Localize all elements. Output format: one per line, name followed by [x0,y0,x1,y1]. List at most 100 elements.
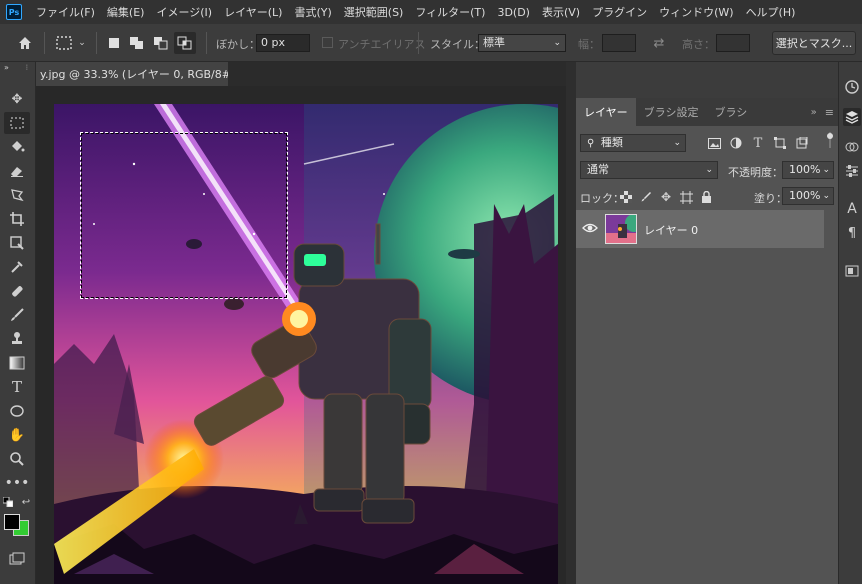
menu-filter[interactable]: フィルター(T) [409,4,491,20]
history-icon[interactable] [843,78,861,96]
chevron-down-icon[interactable]: ⌄ [76,33,88,53]
filter-smart-object-icon[interactable] [794,135,810,151]
adjustments-icon[interactable] [843,162,861,180]
feather-input[interactable]: 0 px [256,34,310,52]
chevron-down-icon: ⌄ [822,191,830,201]
zoom-tool-icon[interactable] [4,448,30,470]
filter-shape-layer-icon[interactable] [772,135,788,151]
tab-brush-settings[interactable]: ブラシ設定 [636,98,707,126]
menu-view[interactable]: 表示(V) [536,4,586,20]
layer-thumbnail [605,214,637,244]
layers-panel-icon[interactable] [843,108,861,126]
channels-icon[interactable] [843,138,861,156]
move-tool-icon[interactable]: ✥ [4,88,30,110]
lock-all-icon[interactable] [698,189,714,205]
layer-filter-value: 種類 [600,136,623,149]
paint-bucket-tool-icon[interactable] [4,136,30,158]
layer-filter-select[interactable]: ⚲ 種類 ⌄ [580,134,686,152]
healing-brush-tool-icon[interactable] [4,280,30,302]
menu-select[interactable]: 選択範囲(S) [338,4,410,20]
type-tool-icon[interactable]: T [4,376,30,398]
filter-type-layer-icon[interactable]: T [750,135,766,151]
filter-adjustment-layer-icon[interactable] [728,135,744,151]
rect-marquee-tool-icon[interactable] [4,112,30,134]
intersect-selection-icon[interactable] [174,32,196,54]
filter-pixel-layer-icon[interactable] [706,135,722,151]
properties-icon[interactable] [843,262,861,280]
clone-stamp-tool-icon[interactable] [4,328,30,350]
hand-tool-icon[interactable]: ✋ [4,424,30,446]
canvas-area[interactable] [36,86,566,584]
eyedropper-tool-icon[interactable] [4,256,30,278]
paragraph-icon[interactable]: ¶ [843,224,861,242]
tab-brushes[interactable]: ブラシ [706,98,755,126]
lock-image-pixels-icon[interactable] [638,189,654,205]
screen-mode-icon[interactable] [4,548,30,570]
rect-marquee-preset-icon[interactable] [54,33,74,53]
menu-edit[interactable]: 編集(E) [101,4,151,20]
frame-tool-icon[interactable] [4,232,30,254]
ellipse-tool-icon[interactable] [4,400,30,422]
more-tools-icon[interactable]: ••• [4,472,30,494]
photoshop-logo-icon: Ps [6,4,22,20]
document-tab[interactable]: y.jpg @ 33.3% (レイヤー 0, RGB/8#) * × [36,62,228,86]
lock-transparent-pixels-icon[interactable] [618,189,634,205]
antialias-label: アンチエイリアス [338,38,426,51]
character-icon[interactable]: A [843,200,861,218]
width-input[interactable] [602,34,636,52]
filter-toggle-icon[interactable] [824,132,836,148]
panel-tabs: レイヤー ブラシ設定 ブラシ » ≡ [576,98,838,126]
default-colors-icon[interactable] [2,496,14,508]
menu-help[interactable]: ヘルプ(H) [740,4,802,20]
add-to-selection-icon[interactable] [128,34,146,52]
eye-icon[interactable] [582,222,598,236]
chevron-down-icon: ⌄ [705,165,713,175]
tools-panel: » ⋮ ✥ T ✋ ••• ↩ [0,62,36,584]
panel-collapse-icon[interactable]: » [807,98,821,126]
lock-artboard-icon[interactable] [678,189,694,205]
antialias-checkbox[interactable] [322,37,333,48]
panel-menu-icon[interactable]: ≡ [821,98,838,126]
opacity-label: 不透明度： [728,166,783,179]
gradient-tool-icon[interactable] [4,352,30,374]
panel-gap [566,62,576,584]
blend-mode-select[interactable]: 通常 ⌄ [580,161,718,179]
selection-marquee[interactable] [80,132,288,299]
options-bar: ⌄ ぼかし： 0 px アンチエイリアス スタイル： 標準 ⌄ 幅： ⇄ 高さ：… [0,24,862,62]
menu-type[interactable]: 書式(Y) [288,4,337,20]
style-select[interactable]: 標準 ⌄ [478,34,566,52]
home-icon[interactable] [14,33,36,53]
fill-input[interactable]: 100% ⌄ [782,187,834,205]
foreground-color-swatch[interactable] [4,514,20,530]
menu-window[interactable]: ウィンドウ(W) [653,4,739,20]
chevron-down-icon: ⌄ [822,165,830,175]
menu-image[interactable]: イメージ(I) [150,4,218,20]
right-dock-strip: A ¶ [838,62,862,584]
collapse-toolbar-icon[interactable]: » ⋮ [4,62,30,72]
menu-file[interactable]: ファイル(F) [30,4,101,20]
tab-layers[interactable]: レイヤー [576,98,636,126]
crop-tool-icon[interactable] [4,208,30,230]
panel-dock-top [576,62,838,98]
subtract-from-selection-icon[interactable] [152,34,170,52]
select-and-mask-button[interactable]: 選択とマスク... [772,31,856,55]
search-icon: ⚲ [587,138,595,149]
lock-position-icon[interactable]: ✥ [658,189,674,205]
style-label: スタイル： [430,38,485,51]
document-tab-title: y.jpg @ 33.3% (レイヤー 0, RGB/8#) * [40,68,228,81]
document-canvas-image[interactable] [54,104,558,584]
opacity-input[interactable]: 100% ⌄ [782,161,834,179]
feather-label: ぼかし： [216,38,260,51]
height-input[interactable] [716,34,750,52]
eraser-tool-icon[interactable] [4,160,30,182]
menu-layer[interactable]: レイヤー(L) [218,4,288,20]
new-selection-icon[interactable] [106,34,122,52]
lasso-tool-icon[interactable] [4,184,30,206]
swap-width-height-icon[interactable]: ⇄ [650,34,668,52]
brush-tool-icon[interactable] [4,304,30,326]
menu-plugins[interactable]: プラグイン [586,4,653,20]
width-label: 幅： [578,38,600,51]
menu-3d[interactable]: 3D(D) [491,6,536,19]
layer-row[interactable]: レイヤー 0 [576,210,824,248]
swap-colors-icon[interactable]: ↩ [20,496,32,508]
